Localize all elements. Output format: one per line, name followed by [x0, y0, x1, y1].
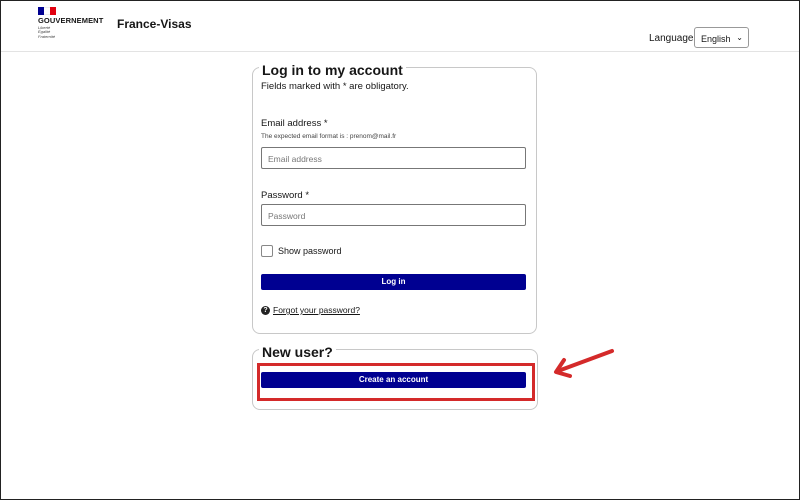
- annotation-highlight-box: [257, 363, 535, 401]
- show-password-checkbox[interactable]: [261, 245, 273, 257]
- government-name: GOUVERNEMENT: [38, 16, 104, 25]
- email-label: Email address *: [261, 118, 328, 129]
- forgot-password[interactable]: ? Forgot your password?: [261, 305, 360, 315]
- annotation-arrow-icon: [554, 349, 614, 378]
- site-title[interactable]: France-Visas: [117, 17, 192, 31]
- chevron-down-icon: ⌄: [736, 33, 743, 42]
- government-logo[interactable]: GOUVERNEMENT Liberté Égalité Fraternité: [38, 7, 108, 47]
- email-format-hint: The expected email format is : prenom@ma…: [261, 133, 397, 140]
- login-form: Log in to my account Fields marked with …: [252, 62, 537, 334]
- new-user-legend: New user?: [259, 344, 336, 360]
- login-legend: Log in to my account: [259, 62, 406, 78]
- show-password-label[interactable]: Show password: [278, 246, 342, 256]
- email-field[interactable]: Email address: [261, 147, 526, 169]
- site-header: GOUVERNEMENT Liberté Égalité Fraternité …: [1, 1, 799, 52]
- forgot-password-link[interactable]: Forgot your password?: [273, 305, 360, 315]
- required-note: Fields marked with * are obligatory.: [261, 81, 409, 92]
- french-flag-icon: [38, 7, 56, 15]
- language-select[interactable]: English ⌄: [694, 27, 749, 48]
- republic-motto: Liberté Égalité Fraternité: [38, 25, 56, 39]
- language-value: English: [701, 34, 731, 44]
- login-button[interactable]: Log in: [261, 274, 526, 290]
- language-label: Language :: [649, 33, 700, 44]
- password-label: Password *: [261, 190, 310, 201]
- question-icon: ?: [261, 305, 270, 315]
- password-field[interactable]: Password: [261, 204, 526, 226]
